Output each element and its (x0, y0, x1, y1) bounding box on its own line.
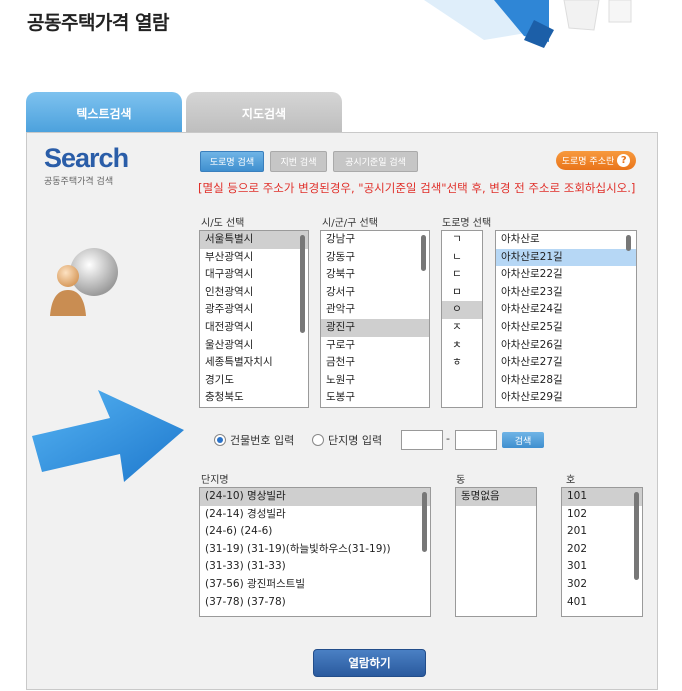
road-item[interactable]: 아차산로28길 (496, 372, 636, 390)
sido-item[interactable]: 인천광역시 (200, 284, 308, 302)
sigungu-item[interactable]: 도봉구 (321, 389, 429, 407)
search-subtitle: 공동주택가격 검색 (44, 177, 114, 187)
dong-item[interactable]: 동명없음 (456, 488, 536, 506)
sido-item[interactable]: 울산광역시 (200, 337, 308, 355)
hero-graphic (424, 0, 632, 48)
road-address-help-button[interactable]: 도로명 주소란 ? (556, 151, 636, 170)
complex-name-radio[interactable]: 단지명 입력 (312, 432, 382, 448)
complex-label: 단지명 (201, 475, 229, 486)
tab-map-search[interactable]: 지도검색 (186, 92, 342, 134)
tab-text-search[interactable]: 텍스트검색 (26, 92, 182, 134)
sido-item[interactable]: 부산광역시 (200, 249, 308, 267)
sigungu-item[interactable]: 금천구 (321, 354, 429, 372)
dong-listbox[interactable]: 동명없음 (455, 487, 537, 617)
initial-consonant-item[interactable]: ㅁ (442, 284, 482, 302)
ho-item[interactable]: 101 (562, 488, 642, 506)
ho-item[interactable]: 301 (562, 558, 642, 576)
user-globe-icon (50, 248, 118, 316)
sigungu-item[interactable]: 노원구 (321, 372, 429, 390)
complex-name-radio-dot[interactable] (312, 434, 324, 446)
sigungu-item[interactable]: 관악구 (321, 301, 429, 319)
initial-consonant-item[interactable]: ㄴ (442, 249, 482, 267)
sub-number-input[interactable] (455, 430, 497, 450)
road-item[interactable]: 아차산로29길 (496, 389, 636, 407)
road-item[interactable]: 아차산로26길 (496, 337, 636, 355)
ho-label: 호 (566, 475, 576, 486)
road-label: 도로명 선택 (442, 218, 492, 229)
sigungu-item[interactable]: 강동구 (321, 249, 429, 267)
sido-scrollbar[interactable] (300, 235, 305, 333)
road-item[interactable]: 아차산로22길 (496, 266, 636, 284)
road-item[interactable]: 아차산로24길 (496, 301, 636, 319)
sido-item[interactable]: 대구광역시 (200, 266, 308, 284)
ho-item[interactable]: 201 (562, 523, 642, 541)
question-icon: ? (617, 154, 631, 167)
road-listbox[interactable]: 아차산로 아차산로21길 아차산로22길 아차산로23길 아차산로24길 아차산로25길 아… (495, 230, 637, 408)
sido-listbox[interactable]: 서울특별시 부산광역시 대구광역시 인천광역시 광주광역시 대전광역시 울산광역시 세종특별자… (199, 230, 309, 408)
complex-name-label: 단지명 입력 (328, 434, 383, 447)
number-search-button[interactable]: 검색 (502, 432, 544, 448)
sido-item[interactable]: 충청북도 (200, 389, 308, 407)
sido-item[interactable]: 서울특별시 (200, 231, 308, 249)
sido-label: 시/도 선택 (201, 218, 245, 229)
road-item[interactable]: 아차산로27길 (496, 354, 636, 372)
complex-listbox[interactable]: (24-10) 명상빌라 (24-14) 경성빌라 (24-6) (24-6) (31… (199, 487, 431, 617)
sido-item[interactable]: 대전광역시 (200, 319, 308, 337)
road-item[interactable]: 아차산로21길 (496, 248, 636, 267)
sigungu-scrollbar[interactable] (421, 235, 426, 271)
sigungu-item[interactable]: 강북구 (321, 266, 429, 284)
complex-item[interactable]: (24-10) 명상빌라 (200, 488, 430, 506)
view-button[interactable]: 열람하기 (313, 649, 426, 677)
building-number-label: 건물번호 입력 (230, 434, 295, 447)
sido-item[interactable]: 경기도 (200, 372, 308, 390)
road-item[interactable]: 아차산로23길 (496, 284, 636, 302)
main-number-input[interactable] (401, 430, 443, 450)
complex-item[interactable]: (24-14) 경성빌라 (200, 506, 430, 524)
sigungu-listbox[interactable]: 강남구 강동구 강북구 강서구 관악구 광진구 구로구 금천구 노원구 도봉구 (320, 230, 430, 408)
sigungu-item[interactable]: 구로구 (321, 337, 429, 355)
initial-consonant-item[interactable]: ㅈ (442, 319, 482, 337)
building-number-radio[interactable]: 건물번호 입력 (214, 432, 294, 448)
initial-consonant-item[interactable]: ㅇ (442, 301, 482, 319)
road-search-button[interactable]: 도로명 검색 (200, 151, 264, 172)
number-separator: - (446, 432, 450, 445)
ho-item[interactable]: 202 (562, 541, 642, 559)
initial-consonant-item[interactable]: ㅎ (442, 354, 482, 372)
sigungu-item[interactable]: 강남구 (321, 231, 429, 249)
page-title: 공동주택가격 열람 (27, 12, 169, 34)
road-item[interactable]: 아차산로25길 (496, 319, 636, 337)
ho-listbox[interactable]: 101 102 201 202 301 302 401 (561, 487, 643, 617)
complex-item[interactable]: (31-19) (31-19)(하늘빛하우스(31-19)) (200, 541, 430, 559)
ho-item[interactable]: 102 (562, 506, 642, 524)
complex-item[interactable]: (37-78) (37-78) (200, 594, 430, 612)
sigungu-item[interactable]: 강서구 (321, 284, 429, 302)
notice-date-search-button[interactable]: 공시기준일 검색 (333, 151, 418, 172)
initial-consonant-listbox[interactable]: ㄱㄴㄷㅁㅇㅈㅊㅎ (441, 230, 483, 408)
initial-consonant-item[interactable]: ㄷ (442, 266, 482, 284)
complex-item[interactable]: (31-33) (31-33) (200, 558, 430, 576)
search-logo: Search (44, 143, 129, 173)
ho-item[interactable]: 302 (562, 576, 642, 594)
initial-consonant-item[interactable]: ㅊ (442, 337, 482, 355)
ho-item[interactable]: 401 (562, 594, 642, 612)
initial-consonant-item[interactable]: ㄱ (442, 231, 482, 249)
sido-item[interactable]: 세종특별자치시 (200, 354, 308, 372)
complex-item[interactable]: (24-6) (24-6) (200, 523, 430, 541)
pointer-arrow-icon (32, 390, 184, 482)
ho-scrollbar[interactable] (634, 492, 639, 580)
lot-search-button[interactable]: 지번 검색 (270, 151, 327, 172)
notice-text: [멸실 등으로 주소가 변경된경우, "공시기준일 검색"선택 후, 변경 전 … (198, 181, 636, 195)
building-number-radio-dot[interactable] (214, 434, 226, 446)
complex-item[interactable]: (37-56) 광진퍼스트빌 (200, 576, 430, 594)
complex-scrollbar[interactable] (422, 492, 427, 552)
sido-item[interactable]: 광주광역시 (200, 301, 308, 319)
road-item[interactable]: 아차산로 (496, 231, 636, 249)
road-address-help-label: 도로명 주소란 (561, 157, 615, 167)
sigungu-label: 시/군/구 선택 (322, 218, 378, 229)
road-scrollbar[interactable] (626, 235, 631, 251)
dong-label: 동 (456, 475, 466, 486)
sigungu-item[interactable]: 광진구 (321, 318, 429, 337)
